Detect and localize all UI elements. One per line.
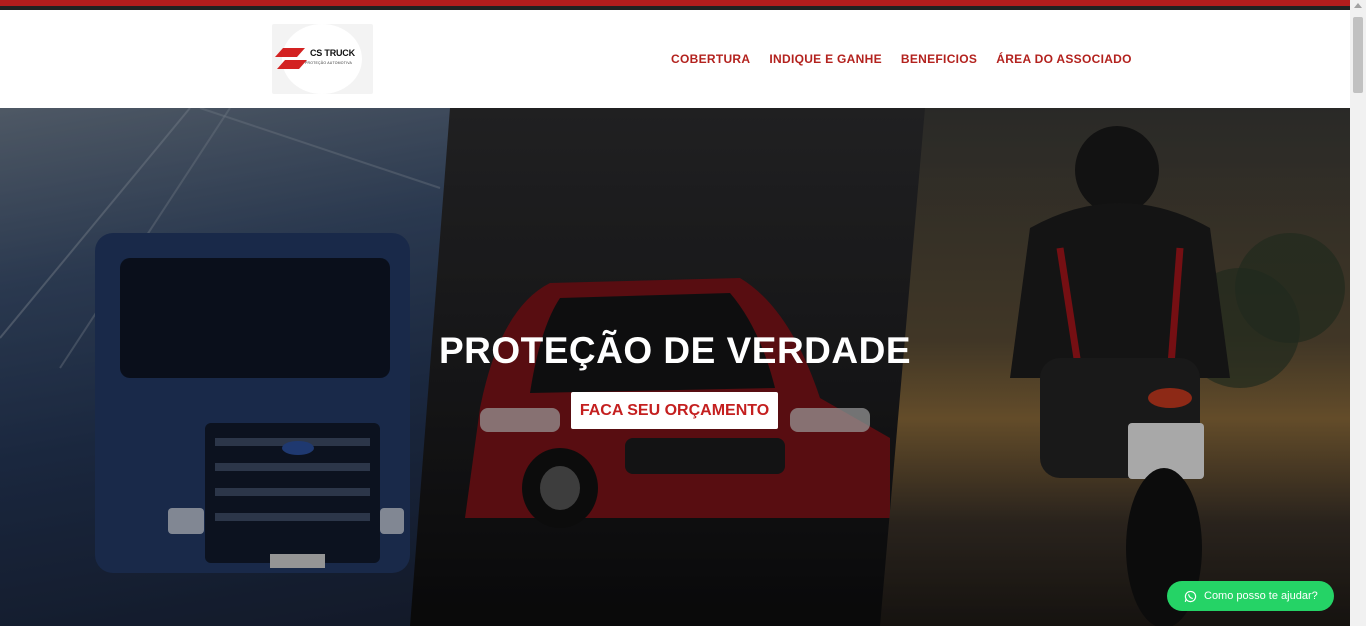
logo-title: CS TRUCK bbox=[310, 48, 355, 58]
site-logo[interactable]: CS TRUCK PROTEÇÃO AUTOMOTIVA bbox=[272, 24, 373, 94]
site-header: CS TRUCK PROTEÇÃO AUTOMOTIVA COBERTURA I… bbox=[0, 10, 1350, 108]
logo-subtitle: PROTEÇÃO AUTOMOTIVA bbox=[305, 61, 353, 65]
nav-item-cobertura[interactable]: COBERTURA bbox=[671, 52, 750, 66]
quote-button[interactable]: FACA SEU ORÇAMENTO bbox=[571, 392, 778, 429]
logo-mark-icon bbox=[275, 48, 307, 69]
whatsapp-icon bbox=[1184, 590, 1197, 602]
nav-item-indique-e-ganhe[interactable]: INDIQUE E GANHE bbox=[769, 52, 882, 66]
scroll-up-arrow-icon[interactable] bbox=[1354, 3, 1362, 8]
whatsapp-chat-label: Como posso te ajudar? bbox=[1204, 590, 1318, 602]
top-stripe bbox=[0, 0, 1350, 10]
page-scrollbar[interactable] bbox=[1350, 0, 1366, 626]
nav-item-beneficios[interactable]: BENEFICIOS bbox=[901, 52, 977, 66]
main-nav: COBERTURA INDIQUE E GANHE BENEFICIOS ÁRE… bbox=[671, 52, 1132, 66]
nav-item-area-do-associado[interactable]: ÁREA DO ASSOCIADO bbox=[996, 52, 1132, 66]
scroll-thumb[interactable] bbox=[1353, 17, 1363, 93]
hero-banner: PROTEÇÃO DE VERDADE FACA SEU ORÇAMENTO bbox=[0, 108, 1350, 626]
hero-title: PROTEÇÃO DE VERDADE bbox=[438, 330, 912, 371]
whatsapp-chat-button[interactable]: Como posso te ajudar? bbox=[1167, 581, 1334, 611]
